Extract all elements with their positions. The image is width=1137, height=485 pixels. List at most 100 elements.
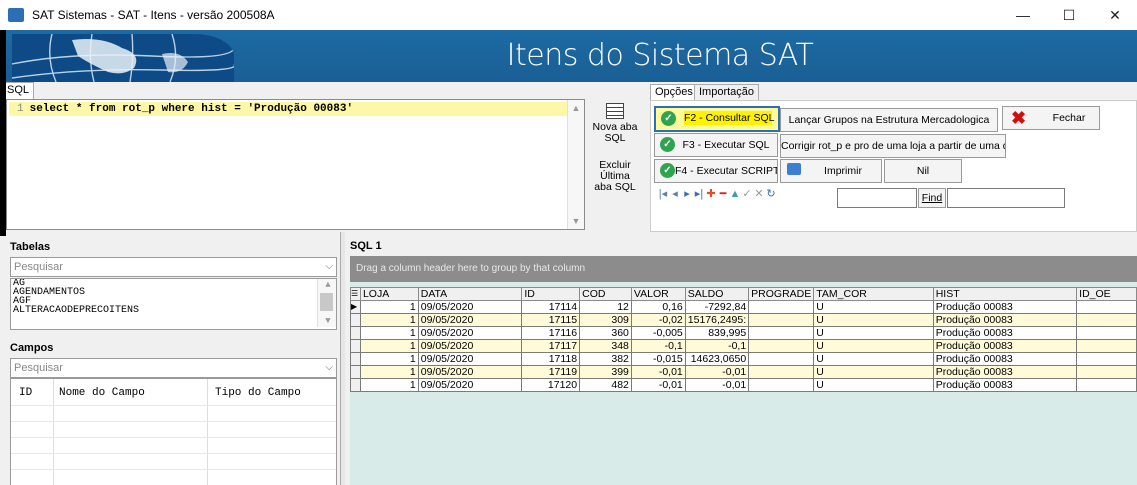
grid-cell[interactable]: 1 <box>359 313 419 327</box>
chevron-down-icon[interactable]: ⌵ <box>325 359 333 377</box>
col-tam-cor[interactable]: TAM_COR <box>813 287 934 301</box>
grid-cell[interactable]: 17119 <box>521 365 581 379</box>
grid-cell[interactable]: 399 <box>579 365 632 379</box>
col-valor[interactable]: VALOR <box>630 287 686 301</box>
nav-delete-icon[interactable]: ━ <box>717 187 729 200</box>
execute-sql-button[interactable]: ✓ F3 - Executar SQL <box>654 133 778 157</box>
row-indicator[interactable] <box>350 378 361 392</box>
grid-cell[interactable]: 09/05/2020 <box>417 339 523 353</box>
grid-cell[interactable] <box>1076 378 1137 392</box>
col-loja[interactable]: LOJA <box>359 287 419 301</box>
table-row[interactable]: ▶ 1 09/05/2020 17114 12 0,16 -7292,84 U Produção… <box>350 300 1137 314</box>
tables-search-combo[interactable]: Pesquisar ⌵ <box>10 257 337 277</box>
nav-post-icon[interactable]: ✓ <box>741 187 753 200</box>
scroll-up-icon[interactable]: ▲ <box>568 100 584 116</box>
chevron-down-icon[interactable]: ⌵ <box>325 258 333 276</box>
table-row[interactable]: 1 09/05/2020 17120 482 -0,01 -0,01 U Produção 0… <box>350 378 1137 392</box>
grid-menu-icon[interactable]: ☰ <box>350 287 361 301</box>
grid-cell[interactable]: 382 <box>579 352 632 366</box>
table-row[interactable]: 1 09/05/2020 17116 360 -0,005 839,995 U Produçã… <box>350 326 1137 340</box>
tab-importacao[interactable]: Importação <box>694 84 760 101</box>
table-row[interactable]: 1 09/05/2020 17115 309 -0,02 15176,2495: U Prod… <box>350 313 1137 327</box>
grid-cell[interactable]: -0,1 <box>630 339 686 353</box>
grid-cell[interactable]: 17117 <box>521 339 581 353</box>
grid-cell[interactable] <box>748 365 815 379</box>
execute-script-button[interactable]: ✓ F4 - Executar SCRIPT <box>654 159 778 183</box>
col-cod[interactable]: COD <box>579 287 632 301</box>
grid-cell[interactable]: 17118 <box>521 352 581 366</box>
grid-cell[interactable]: -0,015 <box>630 352 686 366</box>
grid-cell[interactable]: Produção 00083 <box>932 339 1078 353</box>
grid-cell[interactable]: 09/05/2020 <box>417 300 523 314</box>
grid-cell[interactable]: 17115 <box>521 313 581 327</box>
grid-cell[interactable]: 09/05/2020 <box>417 365 523 379</box>
nav-refresh-icon[interactable]: ↻ <box>765 187 777 200</box>
scroll-up-icon[interactable]: ▲ <box>318 279 336 291</box>
find-button[interactable]: Find <box>918 188 946 208</box>
grid-cell[interactable]: U <box>813 352 934 366</box>
table-row[interactable]: 1 09/05/2020 17119 399 -0,01 -0,01 U Produção 0… <box>350 365 1137 379</box>
find-value-input[interactable] <box>947 188 1065 208</box>
grid-cell[interactable]: -0,01 <box>684 378 750 392</box>
row-indicator[interactable] <box>350 352 361 366</box>
grid-cell[interactable]: -0,01 <box>630 365 686 379</box>
scroll-down-icon[interactable]: ▼ <box>568 213 584 229</box>
group-by-area[interactable]: Drag a column header here to group by th… <box>350 256 1137 282</box>
nav-cancel-icon[interactable]: ✕ <box>753 187 765 200</box>
col-id[interactable]: ID <box>521 287 581 301</box>
grid-cell[interactable]: 1 <box>359 365 419 379</box>
nav-prev-icon[interactable]: ◂ <box>669 187 681 200</box>
close-window-button[interactable]: ✕ <box>1092 0 1137 30</box>
panel-splitter[interactable] <box>340 232 345 485</box>
fields-col-type[interactable]: Tipo do Campo <box>215 387 301 399</box>
grid-cell[interactable]: 1 <box>359 339 419 353</box>
row-indicator[interactable] <box>350 313 361 327</box>
nav-edit-icon[interactable]: ▲ <box>729 188 741 200</box>
grid-cell[interactable] <box>1076 365 1137 379</box>
grid-cell[interactable]: Produção 00083 <box>932 300 1078 314</box>
tables-list[interactable]: AG AGENDAMENTOS AGF ALTERACAODEPRECOITEN… <box>10 278 337 330</box>
nav-insert-icon[interactable]: ✚ <box>705 187 717 200</box>
consult-sql-button[interactable]: ✓ F2 - Consultar SQL <box>654 106 780 132</box>
grid-cell[interactable]: U <box>813 378 934 392</box>
grid-cell[interactable]: -7292,84 <box>684 300 750 314</box>
grid-cell[interactable]: U <box>813 339 934 353</box>
close-button[interactable]: ✖ Fechar <box>1002 106 1100 130</box>
col-data[interactable]: DATA <box>417 287 523 301</box>
grid-cell[interactable] <box>1076 313 1137 327</box>
grid-cell[interactable]: 15176,2495: <box>684 313 750 327</box>
nav-next-icon[interactable]: ▸ <box>681 187 693 200</box>
col-id-oe[interactable]: ID_OE <box>1076 287 1137 301</box>
find-input[interactable] <box>837 188 917 208</box>
grid-cell[interactable] <box>1076 326 1137 340</box>
fields-col-id[interactable]: ID <box>19 387 32 399</box>
nav-first-icon[interactable]: |◂ <box>657 187 669 200</box>
col-saldo[interactable]: SALDO <box>684 287 750 301</box>
grid-cell[interactable] <box>748 339 815 353</box>
sql-editor-line[interactable]: 1 select * from rot_p where hist = 'Produ… <box>9 102 567 116</box>
row-indicator[interactable] <box>350 365 361 379</box>
tables-scrollbar[interactable]: ▲ ▼ <box>317 279 336 327</box>
scroll-down-icon[interactable]: ▼ <box>318 315 336 327</box>
grid-cell[interactable]: 17120 <box>521 378 581 392</box>
table-row[interactable]: 1 09/05/2020 17118 382 -0,015 14623,0650 U Prod… <box>350 352 1137 366</box>
grid-cell[interactable]: 348 <box>579 339 632 353</box>
grid-cell[interactable]: U <box>813 313 934 327</box>
grid-cell[interactable]: 1 <box>359 300 419 314</box>
table-row[interactable]: 1 09/05/2020 17117 348 -0,1 -0,1 U Produção 000… <box>350 339 1137 353</box>
minimize-button[interactable]: — <box>1000 0 1046 30</box>
fields-col-name[interactable]: Nome do Campo <box>59 387 145 399</box>
grid-cell[interactable]: 09/05/2020 <box>417 326 523 340</box>
grid-cell[interactable] <box>748 326 815 340</box>
new-sql-tab-button[interactable]: Nova aba SQL <box>590 103 640 144</box>
scroll-thumb[interactable] <box>320 293 333 311</box>
grid-cell[interactable] <box>748 352 815 366</box>
fields-search-combo[interactable]: Pesquisar ⌵ <box>10 358 337 378</box>
grid-cell[interactable]: 309 <box>579 313 632 327</box>
grid-cell[interactable]: -0,02 <box>630 313 686 327</box>
grid-cell[interactable]: Produção 00083 <box>932 326 1078 340</box>
grid-cell[interactable] <box>748 300 815 314</box>
sql-query-text[interactable]: select * from rot_p where hist = 'Produç… <box>30 103 353 115</box>
grid-cell[interactable]: 09/05/2020 <box>417 378 523 392</box>
grid-cell[interactable]: 1 <box>359 378 419 392</box>
